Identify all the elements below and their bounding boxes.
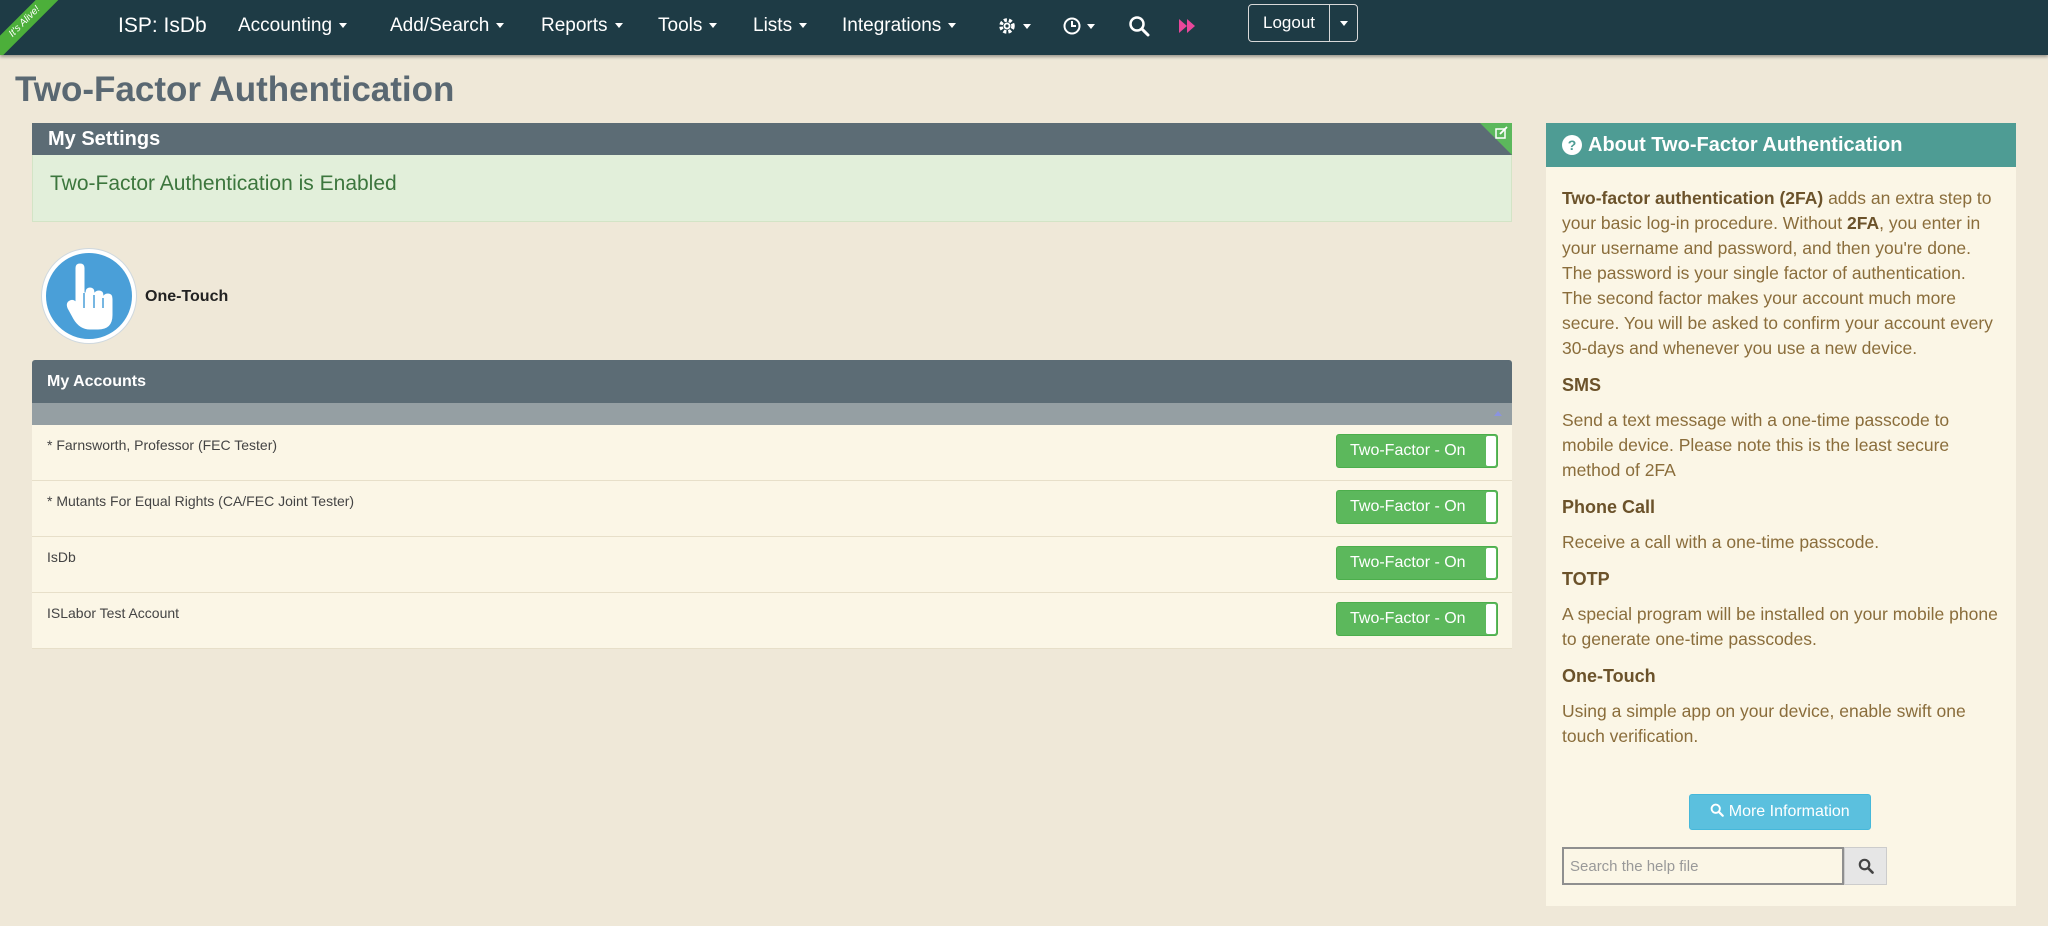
section-heading-sms: SMS xyxy=(1562,375,1602,395)
nav-search-button[interactable] xyxy=(1128,15,1150,37)
about-intro: Two-factor authentication (2FA) adds an … xyxy=(1562,186,2000,361)
about-body: Two-factor authentication (2FA) adds an … xyxy=(1546,186,2016,749)
section-text-phone-call: Receive a call with a one-time passcode. xyxy=(1562,532,1880,552)
gear-icon xyxy=(999,18,1031,34)
about-title: About Two-Factor Authentication xyxy=(1588,134,1903,156)
nav-menu-tools[interactable]: Tools xyxy=(658,15,718,37)
toggle-label: Two-Factor - On xyxy=(1350,442,1466,459)
toggle-knob xyxy=(1486,604,1496,634)
two-factor-toggle[interactable]: Two-Factor - On xyxy=(1336,490,1498,524)
account-row: * Farnsworth, Professor (FEC Tester) Two… xyxy=(32,425,1512,481)
section-text-sms: Send a text message with a one-time pass… xyxy=(1562,410,1950,480)
help-search-input[interactable] xyxy=(1562,847,1844,885)
nav-menu-reports[interactable]: Reports xyxy=(541,15,623,37)
nav-menu-accounting[interactable]: Accounting xyxy=(238,15,348,37)
caret-down-icon xyxy=(1339,20,1348,26)
page-title: Two-Factor Authentication xyxy=(15,70,455,109)
status-ribbon: It's Alive! xyxy=(0,0,70,55)
toggle-label: Two-Factor - On xyxy=(1350,610,1466,627)
two-factor-status-text: Two-Factor Authentication is Enabled xyxy=(50,172,397,195)
help-search-group xyxy=(1562,847,1887,885)
settings-menu[interactable] xyxy=(998,15,1036,37)
about-header: ? About Two-Factor Authentication xyxy=(1546,123,2016,167)
ribbon-label: It's Alive! xyxy=(0,0,70,55)
account-name: * Farnsworth, Professor (FEC Tester) xyxy=(47,437,278,453)
nav-menu-label: Integrations xyxy=(842,15,942,36)
intro-bold-abbrev: 2FA xyxy=(1847,213,1880,233)
nav-menu-label: Reports xyxy=(541,15,608,36)
nav-menu-label: Accounting xyxy=(238,15,333,36)
logout-button-group: Logout xyxy=(1248,4,1358,42)
more-information-label: More Information xyxy=(1728,803,1850,820)
my-accounts-panel: My Accounts * Farnsworth, Professor (FEC… xyxy=(32,360,1512,649)
my-settings-header: My Settings xyxy=(32,123,1512,155)
one-touch-method-icon[interactable] xyxy=(42,249,136,343)
toggle-label: Two-Factor - On xyxy=(1350,554,1466,571)
caret-down-icon xyxy=(799,23,808,29)
clock-icon xyxy=(1063,17,1095,35)
section-text-one-touch: Using a simple app on your device, enabl… xyxy=(1562,701,1966,746)
search-icon xyxy=(1129,16,1150,37)
quick-action-button[interactable] xyxy=(1178,16,1198,36)
caret-down-icon xyxy=(948,23,957,29)
more-information-button[interactable]: More Information xyxy=(1689,794,1871,830)
intro-bold-term: Two-factor authentication (2FA) xyxy=(1562,188,1824,208)
about-two-factor-panel: ? About Two-Factor Authentication Two-fa… xyxy=(1546,123,2016,906)
section-heading-totp: TOTP xyxy=(1562,569,1610,589)
account-row: IsDb Two-Factor - On xyxy=(32,537,1512,593)
fast-forward-icon xyxy=(1179,19,1195,33)
account-name: IsDb xyxy=(47,549,76,565)
nav-menu-label: Add/Search xyxy=(390,15,490,36)
my-settings-title: My Settings xyxy=(48,128,161,150)
one-touch-label: One-Touch xyxy=(145,288,229,305)
pointing-hand-icon xyxy=(66,263,113,330)
section-heading-one-touch: One-Touch xyxy=(1562,666,1656,686)
history-menu[interactable] xyxy=(1062,15,1100,37)
section-text-totp: A special program will be installed on y… xyxy=(1562,604,1998,649)
sort-up-icon[interactable] xyxy=(1494,411,1502,416)
search-icon xyxy=(1710,803,1725,817)
my-settings-panel: My Settings Two-Factor Authentication is… xyxy=(32,123,1512,222)
question-circle-icon: ? xyxy=(1562,135,1582,155)
account-name: * Mutants For Equal Rights (CA/FEC Joint… xyxy=(47,493,355,509)
two-factor-toggle[interactable]: Two-Factor - On xyxy=(1336,546,1498,580)
intro-text-b: , you enter in your username and passwor… xyxy=(1562,213,1993,358)
two-factor-status-alert: Two-Factor Authentication is Enabled xyxy=(32,155,1512,222)
help-search-button[interactable] xyxy=(1844,847,1887,885)
nav-menu-integrations[interactable]: Integrations xyxy=(842,15,957,37)
toggle-label: Two-Factor - On xyxy=(1350,498,1466,515)
logout-dropdown-toggle[interactable] xyxy=(1330,5,1357,41)
table-sort-bar[interactable] xyxy=(32,403,1512,425)
nav-menu-label: Lists xyxy=(753,15,793,36)
section-heading-phone-call: Phone Call xyxy=(1562,497,1656,517)
two-factor-toggle[interactable]: Two-Factor - On xyxy=(1336,602,1498,636)
top-navbar: It's Alive! ISP: IsDb Accounting Add/Sea… xyxy=(0,0,2048,55)
logout-button[interactable]: Logout xyxy=(1249,5,1330,41)
two-factor-toggle[interactable]: Two-Factor - On xyxy=(1336,434,1498,468)
edit-icon[interactable] xyxy=(1495,126,1508,139)
nav-menu-label: Tools xyxy=(658,15,703,36)
account-name: ISLabor Test Account xyxy=(47,605,180,621)
caret-down-icon xyxy=(709,23,718,29)
caret-down-icon xyxy=(614,23,623,29)
my-accounts-title: My Accounts xyxy=(47,373,146,390)
account-row: ISLabor Test Account Two-Factor - On xyxy=(32,593,1512,649)
toggle-knob xyxy=(1486,436,1496,466)
brand-link[interactable]: ISP: IsDb xyxy=(118,14,207,38)
caret-down-icon xyxy=(339,23,348,29)
toggle-knob xyxy=(1486,492,1496,522)
account-row: * Mutants For Equal Rights (CA/FEC Joint… xyxy=(32,481,1512,537)
caret-down-icon xyxy=(496,23,505,29)
nav-menu-lists[interactable]: Lists xyxy=(753,15,808,37)
toggle-knob xyxy=(1486,548,1496,578)
search-icon xyxy=(1858,858,1874,874)
my-accounts-header: My Accounts xyxy=(32,360,1512,403)
nav-menu-add-search[interactable]: Add/Search xyxy=(390,15,505,37)
